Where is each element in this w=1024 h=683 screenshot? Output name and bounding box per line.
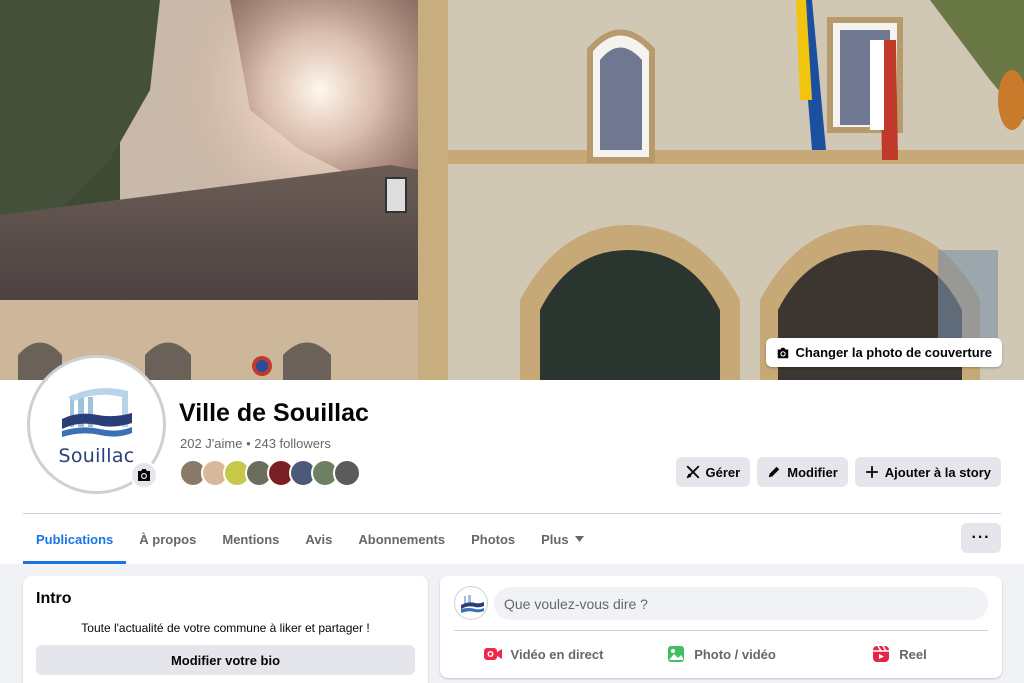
tab-label: Abonnements — [358, 531, 446, 547]
souillac-logo-icon — [61, 387, 132, 437]
tab-mentions[interactable]: Mentions — [209, 514, 292, 564]
photo-video-label: Photo / vidéo — [694, 646, 776, 662]
caret-down-icon — [574, 536, 584, 542]
composer-avatar[interactable] — [454, 586, 488, 620]
reel-button[interactable]: Reel — [810, 636, 988, 672]
tab-about[interactable]: À propos — [126, 514, 209, 564]
edit-button[interactable]: Modifier — [757, 457, 848, 487]
follower-avatars[interactable] — [179, 459, 361, 487]
tab-publications[interactable]: Publications — [23, 514, 127, 564]
change-cover-button[interactable]: Changer la photo de couverture — [765, 338, 1002, 367]
page-stats[interactable]: 202 J'aime • 243 followers — [180, 436, 331, 451]
reel-label: Reel — [899, 646, 927, 662]
tab-label: Photos — [471, 531, 516, 547]
manage-button[interactable]: Gérer — [675, 457, 751, 487]
tab-reviews[interactable]: Avis — [292, 514, 345, 564]
intro-title: Intro — [36, 590, 72, 607]
manage-label: Gérer — [705, 464, 741, 480]
add-to-story-button[interactable]: Ajouter à la story — [854, 457, 1001, 487]
more-options-button[interactable]: ··· — [961, 523, 1001, 553]
tab-label: Plus — [541, 531, 569, 547]
tab-label: À propos — [139, 531, 197, 547]
tab-label: Mentions — [222, 531, 280, 547]
composer-divider — [454, 630, 988, 631]
intro-description: Toute l'actualité de votre commune à lik… — [81, 621, 370, 635]
tab-subscriptions[interactable]: Abonnements — [345, 514, 458, 564]
tab-label: Avis — [305, 531, 333, 547]
tab-more[interactable]: Plus — [528, 514, 596, 564]
update-profile-picture-button[interactable] — [130, 461, 158, 489]
post-composer: Que voulez-vous dire ? Vidéo en direct P… — [440, 576, 1002, 678]
follower-avatar[interactable] — [333, 459, 361, 487]
reel-icon — [873, 645, 890, 662]
souillac-logo-icon — [461, 595, 484, 613]
manage-icon — [686, 465, 699, 479]
live-video-icon — [483, 648, 502, 660]
photo-video-button[interactable]: Photo / vidéo — [632, 636, 810, 672]
plus-icon — [865, 465, 878, 479]
camera-icon — [777, 347, 788, 358]
live-video-label: Vidéo en direct — [510, 646, 604, 662]
pencil-icon — [768, 466, 780, 478]
edit-bio-button[interactable]: Modifier votre bio — [36, 645, 415, 675]
edit-label: Modifier — [787, 464, 838, 480]
add-to-story-label: Ajouter à la story — [884, 464, 991, 480]
composer-input[interactable]: Que voulez-vous dire ? — [494, 587, 988, 620]
camera-icon — [138, 469, 150, 481]
tab-label: Publications — [36, 531, 114, 547]
cover-photo[interactable]: Changer la photo de couverture — [0, 0, 1024, 380]
intro-card: Intro Toute l'actualité de votre commune… — [23, 576, 428, 683]
page-title: Ville de Souillac — [179, 399, 369, 427]
tab-photos[interactable]: Photos — [458, 514, 528, 564]
composer-actions: Vidéo en direct Photo / vidéo Reel — [454, 636, 988, 672]
profile-tabs: Publications À propos Mentions Avis Abon… — [23, 514, 597, 564]
profile-logo-text: Souillac — [58, 444, 135, 467]
live-video-button[interactable]: Vidéo en direct — [454, 636, 632, 672]
change-cover-label: Changer la photo de couverture — [795, 345, 992, 360]
photo-icon — [668, 646, 685, 662]
cover-image — [0, 0, 1024, 380]
header-actions: Gérer Modifier Ajouter à la story — [675, 457, 1001, 487]
